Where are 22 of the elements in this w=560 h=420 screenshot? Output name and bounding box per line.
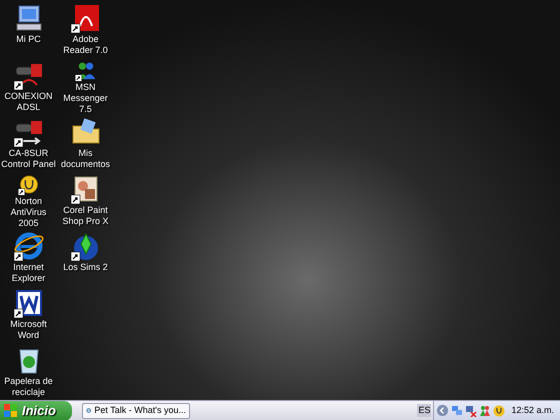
- icon-label[interactable]: Papelera de reciclaje: [0, 376, 57, 398]
- browser-icon: [86, 405, 92, 416]
- icon-label[interactable]: CONEXION ADSL: [0, 91, 57, 113]
- icon-label[interactable]: Mis documentos: [57, 148, 114, 170]
- network-icon[interactable]: [451, 404, 464, 416]
- icon-label[interactable]: Corel Paint Shop Pro X: [57, 205, 114, 227]
- windows-logo-icon: [4, 404, 18, 418]
- network-error-icon[interactable]: [465, 404, 478, 416]
- pdf-icon[interactable]: [70, 2, 102, 34]
- taskbar-button[interactable]: Pet Talk - What's you...: [82, 402, 190, 418]
- icon-label[interactable]: Mi PC: [0, 34, 57, 45]
- icon-label[interactable]: Internet Explorer: [0, 262, 57, 284]
- icon-label[interactable]: Adobe Reader 7.0: [57, 34, 114, 56]
- chevron-left-icon[interactable]: [436, 404, 450, 417]
- icon-label[interactable]: MSN Messenger 7.5: [57, 82, 114, 115]
- clock[interactable]: 12:52 a.m.: [511, 404, 554, 418]
- language-indicator[interactable]: ES: [417, 404, 432, 418]
- shield-icon[interactable]: [493, 404, 506, 416]
- icon-label[interactable]: Los Sims 2: [57, 262, 114, 273]
- icon-label[interactable]: Microsoft Word: [0, 319, 57, 341]
- icon-label[interactable]: CA-8SUR Control Panel: [0, 148, 57, 170]
- icon-label[interactable]: Norton AntiVirus 2005: [0, 196, 57, 229]
